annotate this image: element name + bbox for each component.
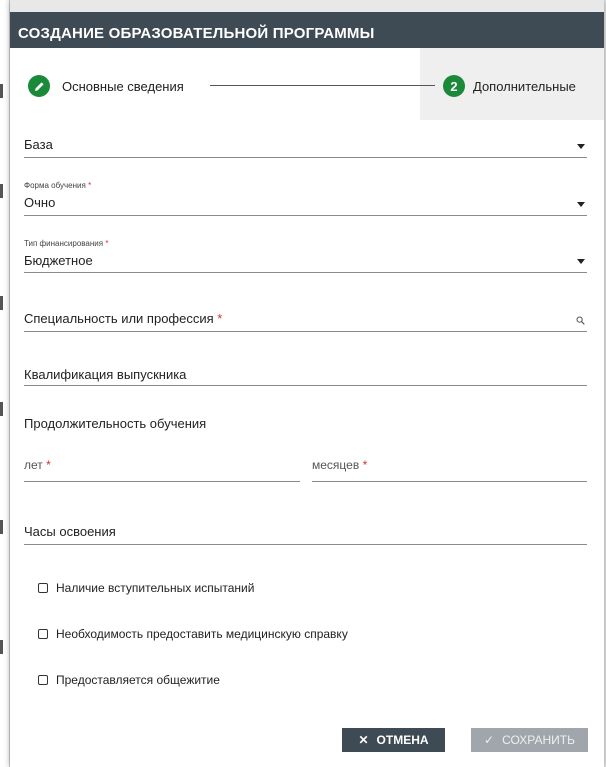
- required-mark: *: [362, 458, 368, 472]
- study-form-label-text: Форма обучения: [24, 181, 86, 190]
- create-program-dialog: СОЗДАНИЕ ОБРАЗОВАТЕЛЬНОЙ ПРОГРАММЫ Основ…: [10, 0, 604, 767]
- required-mark: *: [217, 311, 223, 326]
- checkmark-icon: ✓: [484, 733, 495, 747]
- hours-input[interactable]: Часы освоения: [24, 515, 587, 545]
- checkbox-dormitory-label: Предоставляется общежитие: [56, 673, 220, 687]
- checkbox-box[interactable]: [38, 583, 48, 593]
- qualification-input[interactable]: Квалификация выпускника: [24, 360, 587, 386]
- specialty-placeholder-text: Специальность или профессия: [24, 311, 214, 326]
- background-page-strip: [0, 0, 10, 767]
- funding-type-label-text: Тип финансирования: [24, 239, 104, 248]
- stepper: Основные сведения 2 Дополнительные: [10, 48, 604, 120]
- step-number-badge: 2: [443, 75, 465, 97]
- funding-type-select[interactable]: Тип финансирования * Бюджетное: [24, 236, 587, 273]
- study-form-value: Очно: [24, 195, 56, 210]
- dialog-titlebar: СОЗДАНИЕ ОБРАЗОВАТЕЛЬНОЙ ПРОГРАММЫ: [10, 0, 604, 48]
- cancel-button-label: ОТМЕНА: [376, 733, 429, 747]
- checkbox-box[interactable]: [38, 675, 48, 685]
- chevron-down-icon: [577, 202, 585, 207]
- years-placeholder: лет *: [24, 458, 51, 472]
- hours-placeholder: Часы освоения: [24, 524, 116, 539]
- months-placeholder: месяцев *: [312, 458, 367, 472]
- titlebar-top-strip: [10, 0, 604, 12]
- study-form-select[interactable]: Форма обучения * Очно: [24, 178, 587, 216]
- background-marker: [0, 520, 3, 534]
- study-form-label: Форма обучения *: [24, 181, 91, 190]
- save-button[interactable]: ✓ СОХРАНИТЬ: [471, 728, 588, 752]
- checkbox-box[interactable]: [38, 629, 48, 639]
- checkbox-entrance-exams[interactable]: Наличие вступительных испытаний: [38, 581, 254, 595]
- required-mark: *: [105, 239, 109, 248]
- base-select[interactable]: База: [24, 132, 587, 158]
- checkbox-medical-certificate-label: Необходимость предоставить медицинскую с…: [56, 627, 348, 641]
- duration-years-input[interactable]: лет *: [24, 450, 300, 482]
- stepper-connector: [210, 85, 435, 86]
- search-icon: [576, 316, 585, 325]
- specialty-search-input[interactable]: Специальность или профессия *: [24, 304, 587, 332]
- years-placeholder-text: лет: [24, 458, 43, 472]
- checkbox-medical-certificate[interactable]: Необходимость предоставить медицинскую с…: [38, 627, 348, 641]
- funding-type-value: Бюджетное: [24, 253, 93, 268]
- chevron-down-icon: [577, 144, 585, 149]
- required-mark: *: [46, 458, 51, 472]
- duration-heading: Продолжительность обучения: [24, 416, 207, 431]
- step-additional-label: Дополнительные: [473, 78, 576, 94]
- save-button-label: СОХРАНИТЬ: [502, 733, 575, 747]
- checkbox-entrance-exams-label: Наличие вступительных испытаний: [56, 581, 255, 595]
- step-additional[interactable]: 2 Дополнительные: [443, 74, 576, 98]
- cancel-button[interactable]: ✕ ОТМЕНА: [342, 728, 445, 752]
- background-marker: [0, 640, 3, 654]
- background-marker: [0, 402, 3, 416]
- months-placeholder-text: месяцев: [312, 458, 360, 472]
- base-select-value: База: [24, 137, 53, 152]
- qualification-placeholder: Квалификация выпускника: [24, 367, 187, 382]
- pencil-icon: [28, 75, 50, 97]
- checkbox-dormitory[interactable]: Предоставляется общежитие: [38, 673, 220, 687]
- step-main-info-label: Основные сведения: [62, 78, 184, 94]
- background-marker: [0, 184, 3, 198]
- duration-months-input[interactable]: месяцев *: [312, 450, 587, 482]
- chevron-down-icon: [577, 259, 585, 264]
- specialty-placeholder: Специальность или профессия *: [24, 311, 222, 326]
- dialog-title: СОЗДАНИЕ ОБРАЗОВАТЕЛЬНОЙ ПРОГРАММЫ: [18, 25, 375, 42]
- background-marker: [0, 84, 3, 98]
- funding-type-label: Тип финансирования *: [24, 239, 108, 248]
- background-marker: [0, 296, 3, 310]
- required-mark: *: [88, 181, 92, 190]
- step-main-info[interactable]: Основные сведения: [28, 74, 184, 98]
- close-icon: ✕: [358, 733, 369, 747]
